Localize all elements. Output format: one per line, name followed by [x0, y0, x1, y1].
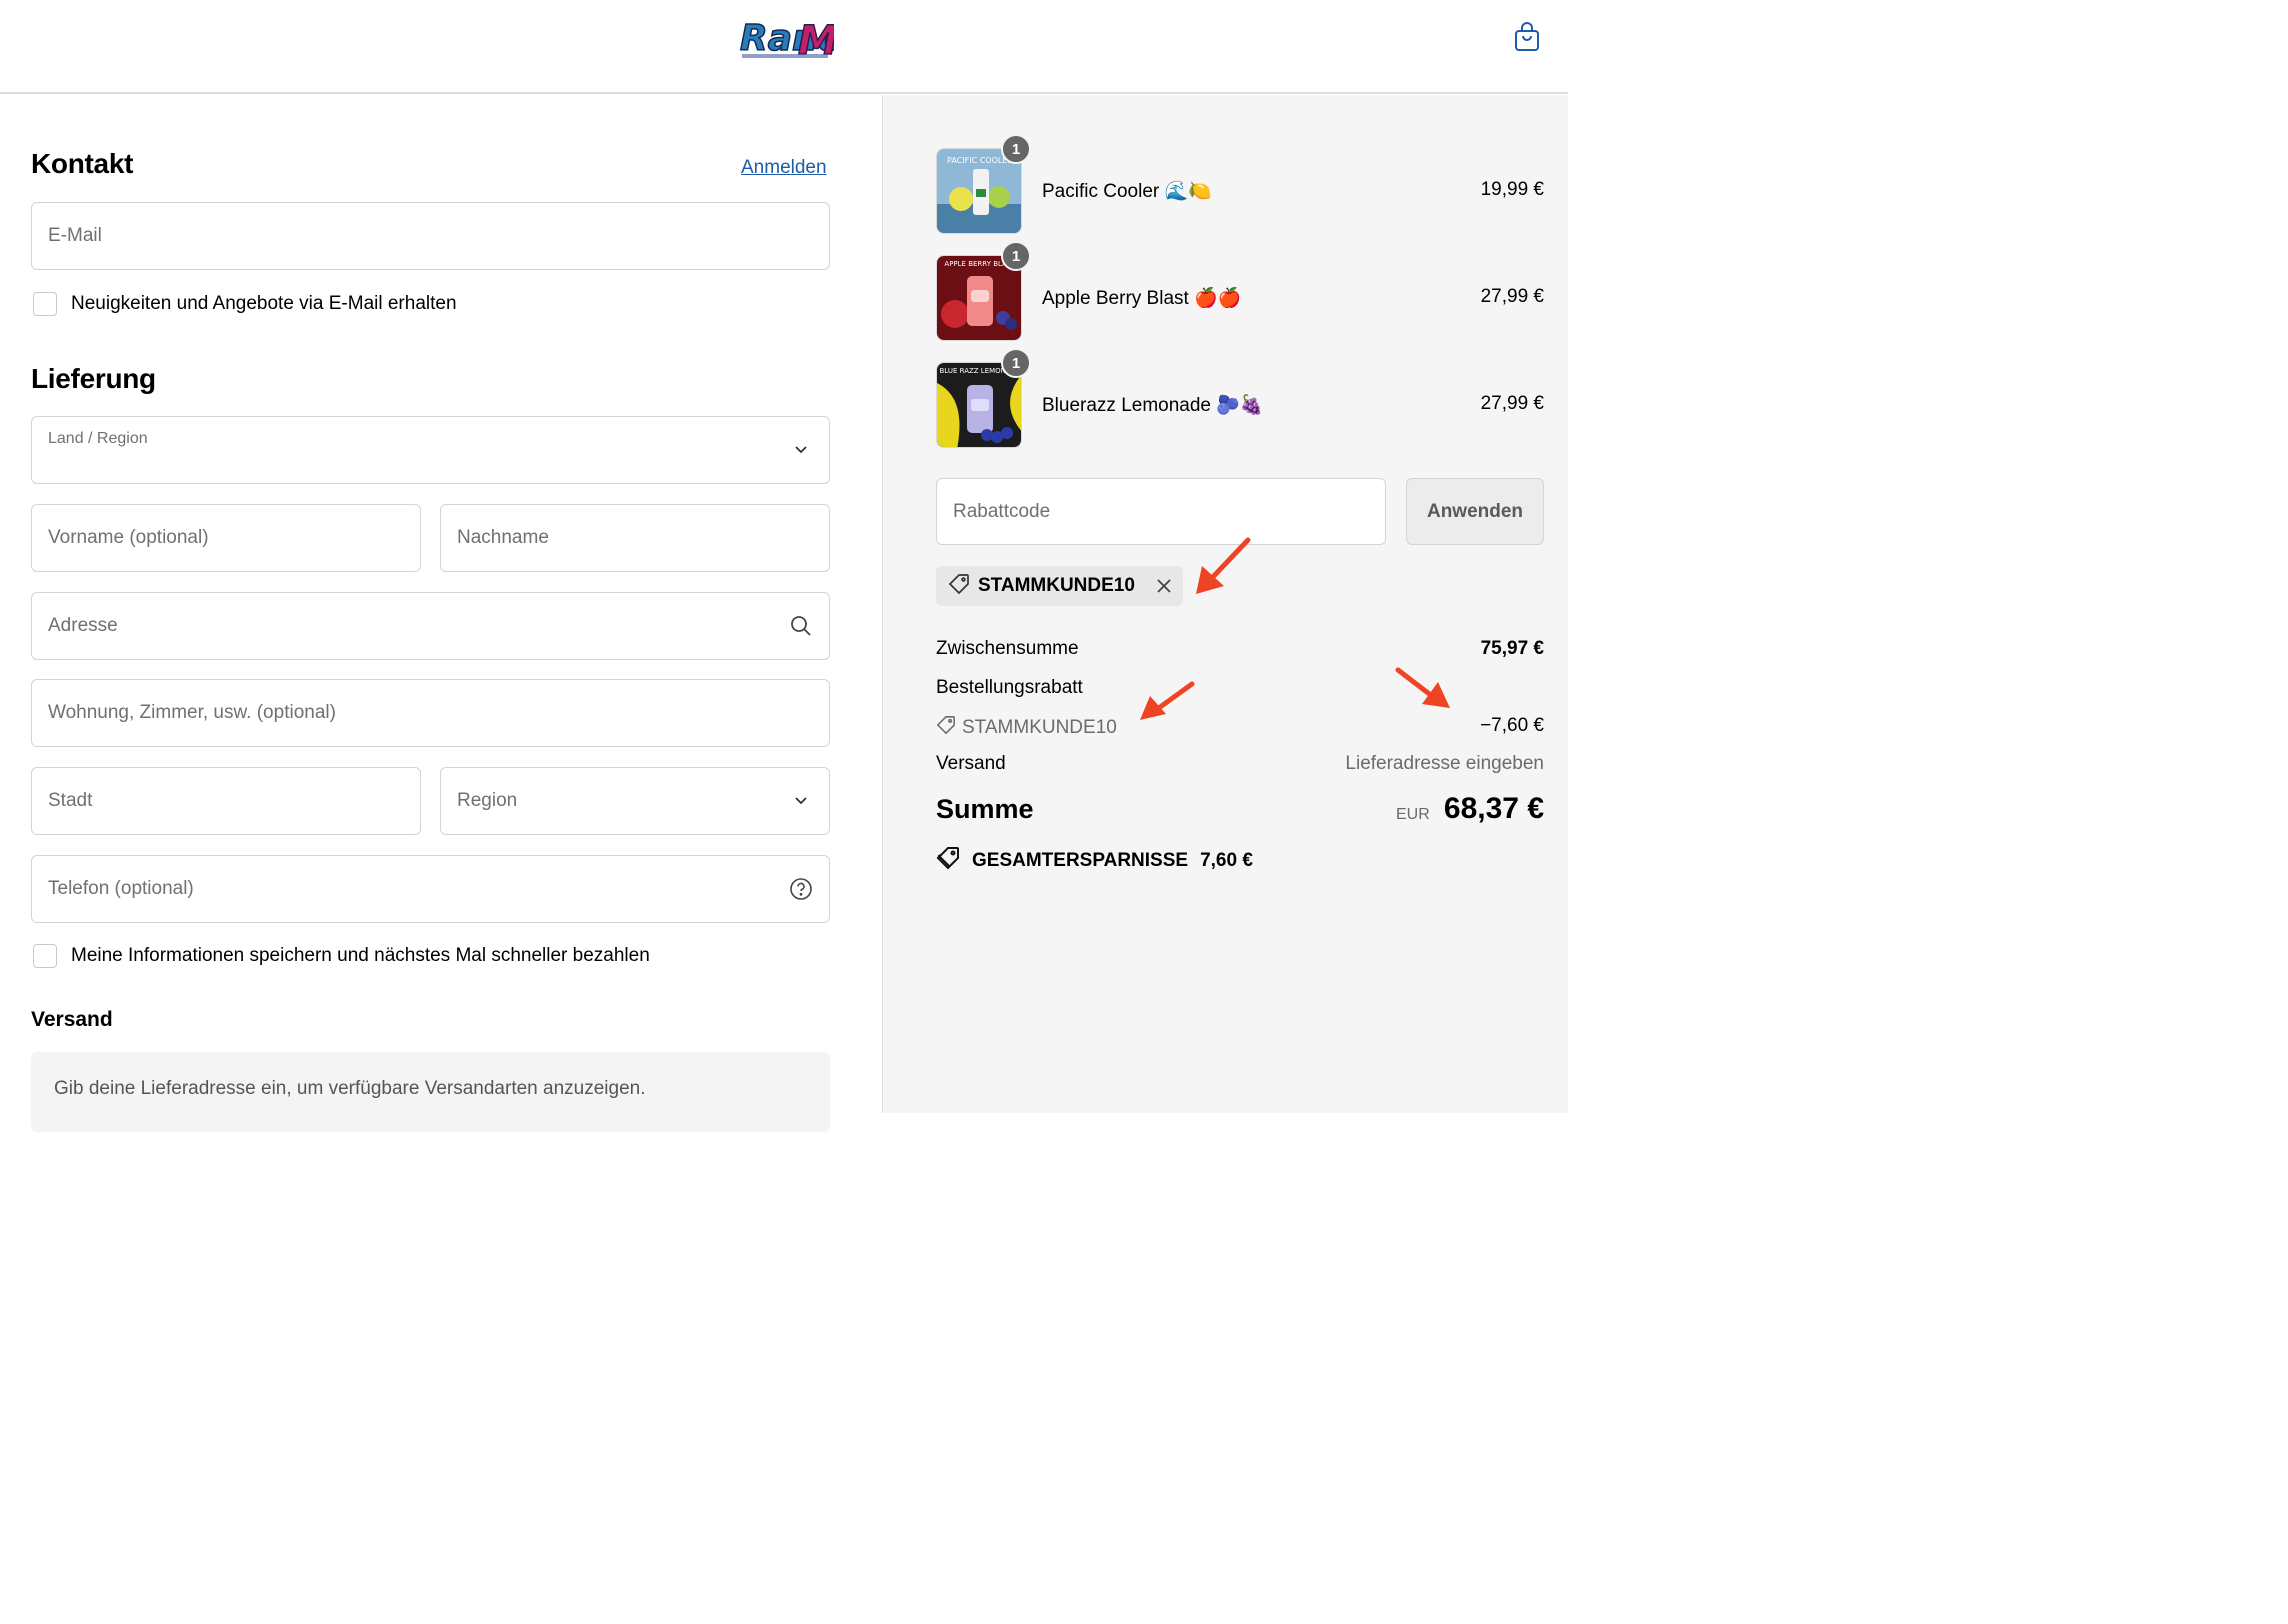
total-savings: GESAMTERSPARNISSE 7,60 € — [936, 846, 1253, 876]
subtotal-value: 75,97 € — [1480, 638, 1544, 659]
item-name: Apple Berry Blast 🍎🍎 — [1042, 288, 1242, 309]
quantity-badge: 1 — [1001, 241, 1031, 271]
phone-field[interactable]: Telefon (optional) — [31, 855, 830, 923]
search-icon[interactable] — [789, 614, 813, 638]
email-placeholder: E-Mail — [48, 225, 102, 246]
savings-label: GESAMTERSPARNISSE — [972, 850, 1189, 871]
brand-logo[interactable]: Rand M — [738, 10, 845, 65]
annotation-arrow-icon — [1140, 681, 1195, 720]
header: Rand M — [0, 0, 1568, 94]
total-value: 68,37 € — [1443, 792, 1544, 825]
email-field[interactable]: E-Mail — [31, 202, 830, 270]
item-price: 27,99 € — [1480, 393, 1544, 414]
tag-icon — [948, 573, 970, 600]
lastname-placeholder: Nachname — [457, 527, 549, 548]
item-price: 19,99 € — [1480, 179, 1544, 200]
phone-placeholder: Telefon (optional) — [48, 878, 194, 899]
apartment-placeholder: Wohnung, Zimmer, usw. (optional) — [48, 702, 336, 723]
order-discount-label: Bestellungsrabatt — [936, 677, 1083, 698]
applied-discount-chip: STAMMKUNDE10 — [936, 566, 1183, 606]
city-field[interactable]: Stadt — [31, 767, 421, 835]
country-label: Land / Region — [48, 430, 148, 447]
shipping-notice: Gib deine Lieferadresse ein, um verfügba… — [31, 1052, 830, 1132]
contact-title: Kontakt — [31, 148, 134, 179]
discount-code-placeholder: Rabattcode — [953, 500, 1051, 522]
address-placeholder: Adresse — [48, 615, 118, 636]
cart-item: BLUE RAZZ LEMONADE 1 Bluerazz Lemonade 🫐… — [936, 348, 1544, 450]
subtotal-label: Zwischensumme — [936, 638, 1079, 659]
save-info-label: Meine Informationen speichern und nächst… — [71, 945, 650, 966]
country-select[interactable]: Land / Region — [31, 416, 830, 484]
discount-value: −7,60 € — [1480, 715, 1544, 736]
shipping-label: Versand — [936, 753, 1006, 774]
savings-tag-icon — [936, 846, 960, 876]
city-placeholder: Stadt — [48, 790, 93, 811]
item-name: Bluerazz Lemonade 🫐🍇 — [1042, 395, 1264, 416]
remove-discount-close-icon[interactable] — [1155, 577, 1173, 595]
save-info-row: Meine Informationen speichern und nächst… — [33, 944, 650, 968]
login-link[interactable]: Anmelden — [741, 157, 827, 179]
cart-item: APPLE BERRY BLAST 1 Apple Berry Blast 🍎🍎… — [936, 241, 1544, 343]
chevron-down-icon — [789, 789, 813, 813]
shipping-value: Lieferadresse eingeben — [1345, 753, 1544, 774]
item-name: Pacific Cooler 🌊🍋 — [1042, 181, 1212, 202]
quantity-badge: 1 — [1001, 348, 1031, 378]
quantity-badge: 1 — [1001, 134, 1031, 164]
discount-code-label: STAMMKUNDE10 — [962, 717, 1117, 738]
newsletter-checkbox[interactable] — [33, 292, 57, 316]
tag-icon — [936, 715, 956, 741]
save-info-checkbox[interactable] — [33, 944, 57, 968]
total-currency: EUR — [1396, 806, 1430, 823]
savings-value: 7,60 € — [1200, 850, 1253, 871]
delivery-title: Lieferung — [31, 363, 156, 394]
shipping-title: Versand — [31, 1008, 113, 1031]
discount-code-field[interactable]: Rabattcode — [936, 478, 1386, 545]
apartment-field[interactable]: Wohnung, Zimmer, usw. (optional) — [31, 679, 830, 747]
annotation-arrow-icon — [1196, 537, 1251, 594]
chevron-down-icon — [789, 438, 813, 462]
cart-item: PACIFIC COOLER 1 Pacific Cooler 🌊🍋 19,99… — [936, 134, 1544, 236]
shipping-notice-text: Gib deine Lieferadresse ein, um verfügba… — [54, 1078, 646, 1099]
address-field[interactable]: Adresse — [31, 592, 830, 660]
region-select[interactable]: Region — [440, 767, 830, 835]
newsletter-label: Neuigkeiten und Angebote via E-Mail erha… — [71, 293, 457, 314]
help-icon[interactable] — [789, 877, 813, 901]
region-placeholder: Region — [457, 790, 518, 811]
firstname-field[interactable]: Vorname (optional) — [31, 504, 421, 572]
newsletter-row: Neuigkeiten und Angebote via E-Mail erha… — [33, 292, 457, 316]
total-label: Summe — [936, 794, 1034, 824]
item-price: 27,99 € — [1480, 286, 1544, 307]
firstname-placeholder: Vorname (optional) — [48, 527, 209, 548]
applied-discount-code: STAMMKUNDE10 — [978, 575, 1135, 596]
lastname-field[interactable]: Nachname — [440, 504, 830, 572]
discount-code-row: STAMMKUNDE10 — [936, 715, 1117, 741]
shopping-bag-icon[interactable] — [1511, 20, 1543, 54]
annotation-arrow-icon — [1395, 667, 1450, 708]
apply-discount-button[interactable]: Anwenden — [1406, 478, 1544, 545]
